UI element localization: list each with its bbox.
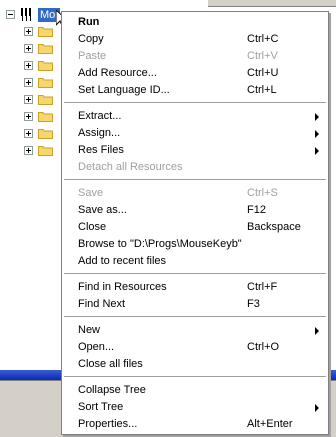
menu-separator <box>64 316 326 317</box>
menu-item-find-next[interactable]: Find Next F3 <box>62 296 328 313</box>
submenu-arrow-icon <box>315 327 319 335</box>
menu-item-res-files[interactable]: Res Files <box>62 142 328 159</box>
menu-item-label: Browse to "D:\Progs\MouseKeyb" <box>78 238 242 250</box>
menu-item-label: Close <box>78 221 107 233</box>
menu-item-detach-all-resources: Detach all Resources <box>62 159 328 176</box>
menu-item-shortcut: Ctrl+L <box>247 84 277 96</box>
tree-expand-toggle[interactable] <box>24 95 33 104</box>
menu-item-sort-tree[interactable]: Sort Tree <box>62 399 328 416</box>
menu-item-new[interactable]: New <box>62 322 328 339</box>
menu-item-collapse-tree[interactable]: Collapse Tree <box>62 382 328 399</box>
menu-item-label: Paste <box>78 50 107 62</box>
menu-item-run[interactable]: Run <box>62 14 328 31</box>
menu-separator <box>64 273 326 274</box>
submenu-arrow-icon <box>315 113 319 121</box>
menu-item-shortcut: Ctrl+S <box>247 187 278 199</box>
menu-item-shortcut: F3 <box>247 298 260 310</box>
menu-item-label: Properties... <box>78 418 138 430</box>
menu-item-label: Copy <box>78 33 104 45</box>
root-collapse-toggle[interactable] <box>6 10 15 19</box>
menu-item-close[interactable]: Close Backspace <box>62 219 328 236</box>
submenu-arrow-icon <box>315 130 319 138</box>
tree-expand-toggle[interactable] <box>24 44 33 53</box>
tree-expand-toggle[interactable] <box>24 61 33 70</box>
tree-expand-toggle[interactable] <box>24 146 33 155</box>
menu-item-add-to-recent-files[interactable]: Add to recent files <box>62 253 328 270</box>
menu-item-assign[interactable]: Assign... <box>62 125 328 142</box>
menu-item-label: Save <box>78 187 104 199</box>
menu-item-shortcut: Ctrl+F <box>247 281 278 293</box>
menu-item-properties[interactable]: Properties... Alt+Enter <box>62 416 328 433</box>
menu-item-label: Detach all Resources <box>78 161 183 173</box>
menu-item-shortcut: Ctrl+C <box>247 33 279 45</box>
menu-separator <box>64 102 326 103</box>
menu-item-close-all-files[interactable]: Close all files <box>62 356 328 373</box>
tree-expand-toggle[interactable] <box>24 129 33 138</box>
menu-item-paste: Paste Ctrl+V <box>62 48 328 65</box>
menu-item-set-language-id[interactable]: Set Language ID... Ctrl+L <box>62 82 328 99</box>
menu-item-save-as[interactable]: Save as... F12 <box>62 202 328 219</box>
menu-item-copy[interactable]: Copy Ctrl+C <box>62 31 328 48</box>
folder-icon[interactable] <box>38 145 53 156</box>
submenu-arrow-icon <box>315 404 319 412</box>
menu-item-label: Run <box>78 16 100 28</box>
window-top-strip <box>208 0 336 7</box>
menu-separator <box>64 179 326 180</box>
folder-icon[interactable] <box>38 77 53 88</box>
menu-item-label: Add Resource... <box>78 67 157 79</box>
folder-icon[interactable] <box>38 111 53 122</box>
menu-item-label: New <box>78 324 101 336</box>
menu-item-label: Assign... <box>78 127 121 139</box>
piano-keys-icon <box>19 8 35 21</box>
menu-item-label: Sort Tree <box>78 401 124 413</box>
menu-item-label: Res Files <box>78 144 124 156</box>
menu-item-label: Find in Resources <box>78 281 167 293</box>
menu-item-label: Close all files <box>78 358 143 370</box>
folder-icon[interactable] <box>38 128 53 139</box>
menu-item-label: Set Language ID... <box>78 84 170 96</box>
menu-item-shortcut: Alt+Enter <box>247 418 293 430</box>
tree-expand-toggle[interactable] <box>24 27 33 36</box>
menu-item-shortcut: Ctrl+U <box>247 67 279 79</box>
menu-item-find-in-resources[interactable]: Find in Resources Ctrl+F <box>62 279 328 296</box>
folder-icon[interactable] <box>38 43 53 54</box>
menu-item-label: Add to recent files <box>78 255 167 267</box>
context-menu: Run Copy Ctrl+C Paste Ctrl+V Add Resource... C… <box>61 11 329 435</box>
submenu-arrow-icon <box>315 147 319 155</box>
folder-icon[interactable] <box>38 26 53 37</box>
menu-separator <box>64 376 326 377</box>
menu-item-shortcut: Ctrl+O <box>247 341 280 353</box>
menu-item-shortcut: Backspace <box>247 221 301 233</box>
menu-item-open[interactable]: Open... Ctrl+O <box>62 339 328 356</box>
menu-item-save: Save Ctrl+S <box>62 185 328 202</box>
menu-item-label: Find Next <box>78 298 126 310</box>
menu-item-shortcut: F12 <box>247 204 266 216</box>
tree-expand-toggle[interactable] <box>24 112 33 121</box>
menu-item-label: Extract... <box>78 110 122 122</box>
folder-icon[interactable] <box>38 94 53 105</box>
menu-item-label: Open... <box>78 341 115 353</box>
menu-item-browse-to-d-progs-mousekeyb[interactable]: Browse to "D:\Progs\MouseKeyb" <box>62 236 328 253</box>
tree-expand-toggle[interactable] <box>24 78 33 87</box>
menu-item-label: Collapse Tree <box>78 384 146 396</box>
menu-item-extract[interactable]: Extract... <box>62 108 328 125</box>
menu-item-shortcut: Ctrl+V <box>247 50 278 62</box>
folder-icon[interactable] <box>38 60 53 71</box>
menu-item-add-resource[interactable]: Add Resource... Ctrl+U <box>62 65 328 82</box>
menu-item-label: Save as... <box>78 204 127 216</box>
